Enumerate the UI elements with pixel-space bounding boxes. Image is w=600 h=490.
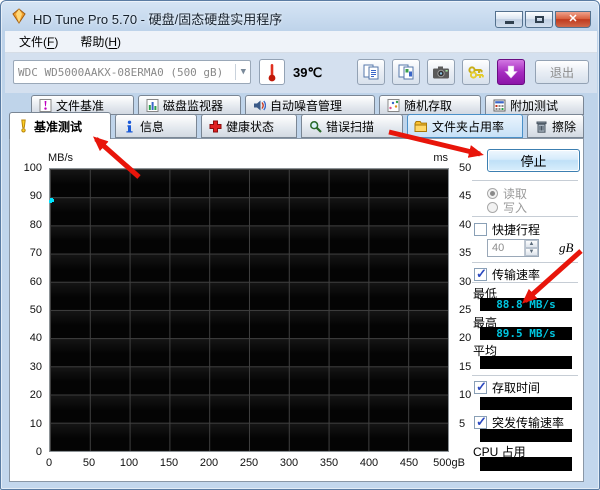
minimize-button[interactable]	[495, 11, 523, 28]
exclamation-box-icon	[38, 98, 52, 112]
download-arrow-icon	[504, 65, 518, 79]
stop-button[interactable]: 停止	[487, 149, 580, 172]
radio-write[interactable]: 写入	[487, 199, 527, 216]
radio-write-label: 写入	[503, 201, 528, 215]
quick-scan-size-unit: gB	[559, 240, 574, 255]
radio-write-circle[interactable]	[487, 202, 498, 213]
tab-info[interactable]: 信息	[115, 114, 197, 138]
quick-scan-label: 快捷行程	[492, 223, 541, 237]
tab-erase[interactable]: 擦除	[527, 114, 584, 138]
average-value	[480, 356, 572, 369]
transfer-rate-checkbox[interactable]	[474, 266, 487, 282]
drive-selector-value: WDC WD5000AAKX-08ERMA0 (500 gB)	[18, 65, 224, 79]
speaker-icon	[252, 98, 266, 112]
menu-file[interactable]: 文件(F)	[15, 31, 62, 52]
camera-icon	[433, 66, 449, 78]
spin-down-icon[interactable]: ▼	[525, 248, 538, 256]
copy-text-button[interactable]	[357, 59, 385, 85]
maximize-icon	[534, 16, 544, 23]
exit-button-label: 退出	[549, 65, 574, 80]
copy-image-button[interactable]	[392, 59, 420, 85]
tab-label: 附加测试	[510, 98, 559, 113]
download-button[interactable]	[497, 59, 525, 85]
transfer-rate-option[interactable]: 传输速率	[474, 266, 540, 283]
toolbar: WDC WD5000AAKX-08ERMA0 (500 gB) ▼ 39℃ 退出	[5, 53, 597, 93]
cpu-usage-value	[480, 457, 572, 471]
yellow-exclamation-icon	[16, 119, 30, 133]
window-title: HD Tune Pro 5.70 - 硬盘/固态硬盘实用程序	[33, 12, 283, 27]
tab-label: 擦除	[552, 119, 577, 134]
trash-icon	[534, 119, 548, 133]
tab-auto-acoustic[interactable]: 自动噪音管理	[245, 95, 375, 115]
access-time-checkbox[interactable]	[474, 379, 487, 395]
tab-label: 文件基准	[56, 98, 105, 113]
copy-image-icon	[398, 64, 414, 80]
drive-selector-dropdown[interactable]: WDC WD5000AAKX-08ERMA0 (500 gB) ▼	[13, 60, 251, 84]
copy-text-icon	[363, 64, 379, 80]
info-icon	[122, 119, 136, 133]
benchmark-tab-page: MB/s ms 100 90 80 70 60 50 40 30 20 10 0 50 45 40 35 3…	[9, 138, 584, 482]
burst-rate-checkbox[interactable]	[474, 414, 487, 430]
tab-disk-monitor[interactable]: 磁盘监视器	[138, 95, 241, 115]
titlebar[interactable]: HD Tune Pro 5.70 - 硬盘/固态硬盘实用程序 ✕	[1, 1, 599, 31]
maximize-button[interactable]	[525, 11, 553, 28]
tab-label: 随机存取	[404, 98, 453, 113]
calculator-icon	[492, 98, 506, 112]
y-left-axis-unit: MB/s	[48, 152, 74, 164]
scatter-dots-icon	[386, 98, 400, 112]
spin-up-icon[interactable]: ▲	[525, 240, 538, 248]
access-time-value	[480, 397, 572, 410]
magnifier-icon	[308, 119, 322, 133]
temperature-value: 39℃	[293, 65, 323, 80]
thermometer-icon	[268, 64, 276, 82]
tab-row-primary: 基准测试 信息 健康状态 错误扫描 文件夹占用率 擦除	[9, 112, 584, 139]
transfer-rate-label: 传输速率	[492, 268, 541, 282]
bar-chart-icon	[145, 98, 159, 112]
screenshot-button[interactable]	[427, 59, 455, 85]
tab-health[interactable]: 健康状态	[201, 114, 297, 138]
minimize-icon	[504, 21, 514, 24]
maximum-value: 89.5 MB/s	[480, 327, 572, 340]
tab-label: 错误扫描	[326, 119, 375, 134]
stop-button-label: 停止	[520, 154, 547, 169]
y-left-ticks: 100 90 80 70 60 50 40 30 20 10 0	[23, 162, 42, 458]
tab-benchmark[interactable]: 基准测试	[9, 112, 111, 139]
tab-folder-usage[interactable]: 文件夹占用率	[407, 114, 523, 138]
folder-icon	[414, 119, 428, 133]
menubar: 文件(F) 帮助(H)	[5, 31, 597, 53]
quick-scan-size-value: 40	[492, 242, 505, 254]
exit-button[interactable]: 退出	[535, 60, 589, 84]
tab-label: 文件夹占用率	[432, 119, 505, 134]
tab-label: 磁盘监视器	[163, 98, 224, 113]
app-icon	[11, 8, 27, 27]
temperature-button[interactable]	[259, 59, 285, 85]
tab-error-scan[interactable]: 错误扫描	[301, 114, 403, 138]
keys-button[interactable]	[462, 59, 490, 85]
quick-scan-checkbox[interactable]	[474, 223, 487, 236]
close-icon: ✕	[568, 13, 578, 25]
tab-label: 健康状态	[226, 119, 275, 134]
access-time-label: 存取时间	[492, 381, 541, 395]
red-cross-icon	[208, 119, 222, 133]
app-window: HD Tune Pro 5.70 - 硬盘/固态硬盘实用程序 ✕ 文件(F) 帮…	[0, 0, 600, 490]
menu-help[interactable]: 帮助(H)	[76, 31, 125, 52]
access-time-option[interactable]: 存取时间	[474, 379, 540, 396]
chevron-down-icon: ▼	[234, 64, 246, 80]
tab-random-access[interactable]: 随机存取	[379, 95, 481, 115]
tab-label: 基准测试	[34, 119, 83, 134]
tab-label: 信息	[140, 119, 165, 134]
quick-scan-option[interactable]: 快捷行程	[474, 221, 540, 238]
plot-area	[49, 168, 449, 452]
x-ticks: 0 50 100 150 200 250 300 350 400 450 500gB	[45, 457, 465, 469]
tab-label: 自动噪音管理	[270, 98, 343, 113]
close-button[interactable]: ✕	[555, 11, 591, 28]
y-right-axis-unit: ms	[433, 152, 448, 164]
minimum-value: 88.8 MB/s	[480, 298, 572, 311]
keys-icon	[468, 65, 484, 79]
tab-row-secondary: 文件基准 磁盘监视器 自动噪音管理 随机存取 附加测试	[31, 95, 584, 115]
radio-read-circle[interactable]	[487, 188, 498, 199]
quick-scan-size-spinner[interactable]: 40 ▲ ▼	[487, 239, 539, 257]
tab-extra-tests[interactable]: 附加测试	[485, 95, 584, 115]
burst-rate-value	[480, 429, 572, 442]
